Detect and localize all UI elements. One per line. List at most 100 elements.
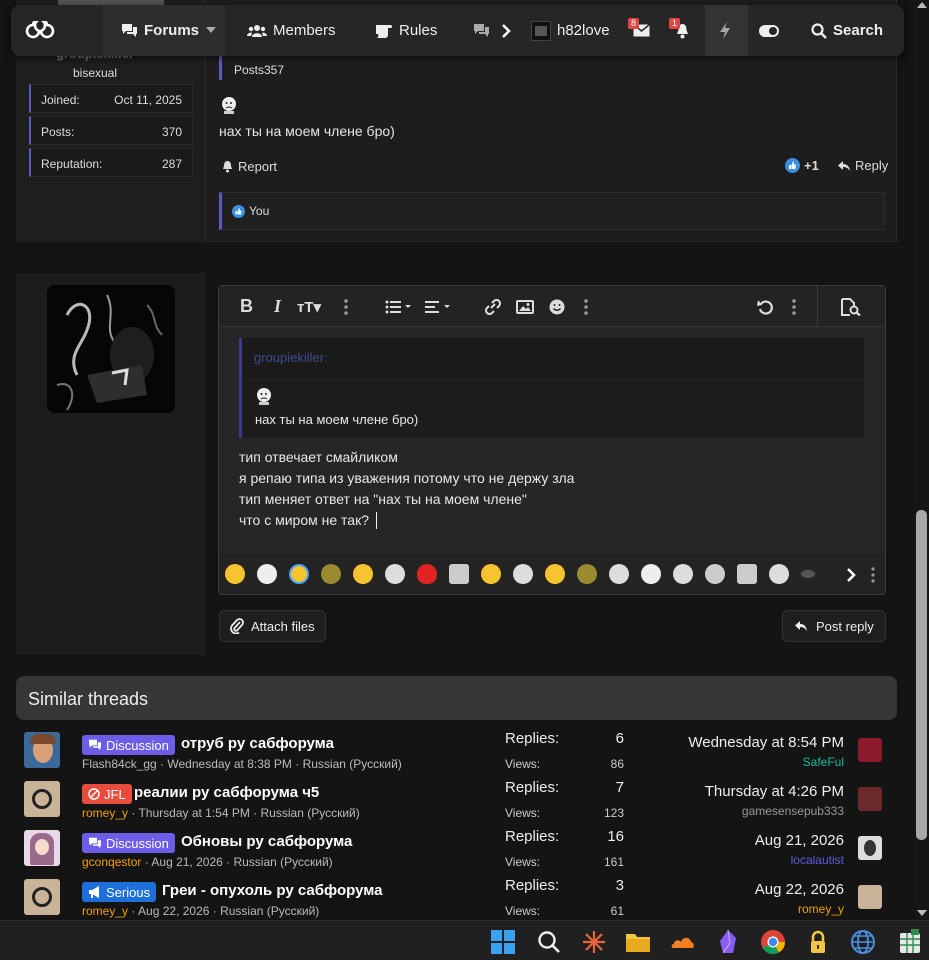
scrollbar-thumb[interactable]	[916, 510, 927, 840]
nav-more-chat[interactable]	[473, 5, 490, 56]
last-post-date[interactable]: Aug 22, 2026	[755, 881, 844, 898]
burst-app-icon[interactable]	[581, 929, 607, 955]
thread-title[interactable]: отруб ру сабфорума	[181, 735, 334, 752]
wojak-emoji-icon[interactable]	[609, 564, 629, 584]
reactions-bar[interactable]: You	[219, 192, 885, 230]
obsidian-icon[interactable]	[715, 929, 741, 955]
thread-title[interactable]: Обновы ру сабфорума	[181, 833, 352, 850]
thread-row[interactable]: Serious Греи - опухоль ру сабфорума rome…	[16, 872, 897, 921]
last-post-avatar[interactable]	[858, 738, 882, 762]
my-avatar[interactable]	[47, 285, 175, 413]
doge-emoji-icon[interactable]	[321, 564, 341, 584]
scroll-up-icon[interactable]	[917, 2, 927, 8]
more-dots-icon[interactable]	[584, 299, 588, 315]
last-post-user[interactable]: gamesensepub333	[742, 804, 844, 818]
more-dots-icon[interactable]	[871, 567, 875, 583]
thread-author-avatar[interactable]	[24, 732, 60, 768]
thread-author-avatar[interactable]	[24, 781, 60, 817]
chevron-down-icon[interactable]	[206, 27, 216, 33]
thread-tag[interactable]: Discussion	[82, 735, 175, 755]
editor-quote-author[interactable]: groupiekiller:	[254, 350, 328, 365]
last-post-user[interactable]: localautist	[791, 853, 844, 867]
nav-members[interactable]: Members	[247, 5, 336, 56]
last-post-avatar[interactable]	[858, 885, 882, 909]
emoji-button[interactable]	[549, 299, 565, 315]
preview-button[interactable]	[841, 298, 861, 316]
reply-button[interactable]: Reply	[837, 158, 888, 173]
cloudflare-icon[interactable]	[670, 929, 696, 955]
search-icon[interactable]	[536, 929, 562, 955]
thread-row[interactable]: JFL реалии ру сабфорума ч5 romey_y · Thu…	[16, 774, 897, 823]
bold-button[interactable]: B	[240, 296, 253, 317]
nav-rules[interactable]: Rules	[373, 5, 437, 56]
text-size-button[interactable]: тT▾	[297, 298, 321, 316]
thread-author[interactable]: gconqestor	[82, 855, 141, 869]
link-button[interactable]	[484, 299, 502, 315]
meme-emoji-icon[interactable]	[737, 564, 757, 584]
report-button[interactable]: Report	[221, 159, 277, 174]
attach-files-button[interactable]: Attach files	[219, 610, 326, 642]
wojak-emoji-icon[interactable]	[769, 564, 789, 584]
wojak-emoji-icon[interactable]	[641, 564, 661, 584]
italic-button[interactable]: I	[274, 296, 281, 317]
thread-author[interactable]: romey_y	[82, 904, 128, 918]
liked-by-name[interactable]: You	[249, 204, 269, 218]
nav-alerts[interactable]	[675, 5, 690, 56]
file-explorer-icon[interactable]	[625, 929, 651, 955]
nav-whats-new[interactable]	[719, 5, 731, 56]
last-post-user[interactable]: SafeFul	[803, 755, 844, 769]
nav-user-account[interactable]: h82love	[531, 5, 610, 56]
nav-search[interactable]: Search	[811, 5, 883, 56]
more-dots-icon[interactable]	[792, 299, 796, 315]
align-button[interactable]	[425, 300, 453, 314]
thread-row[interactable]: Discussion Обновы ру сабфорума gconqesto…	[16, 823, 897, 872]
thread-title[interactable]: Греи - опухоль ру сабфорума	[162, 882, 382, 899]
last-post-avatar[interactable]	[858, 836, 882, 860]
site-logo[interactable]	[25, 5, 55, 56]
wojak-emoji-icon[interactable]	[513, 564, 533, 584]
last-post-date[interactable]: Wednesday at 8:54 PM	[688, 734, 844, 751]
crying-laugh-emoji-icon[interactable]	[289, 564, 309, 584]
reaction-count[interactable]: +1	[785, 158, 819, 173]
theme-toggle[interactable]	[759, 5, 779, 56]
nav-scroll-right[interactable]	[501, 5, 511, 56]
windows-start-icon[interactable]	[490, 929, 516, 955]
post-reply-button[interactable]: Post reply	[782, 610, 886, 642]
wojak-emoji-icon[interactable]	[385, 564, 405, 584]
heart-emoji-icon[interactable]	[417, 564, 437, 584]
thread-tag[interactable]: Discussion	[82, 833, 175, 853]
thread-author-avatar[interactable]	[24, 879, 60, 915]
scroll-down-icon[interactable]	[917, 910, 927, 916]
thread-author[interactable]: Flash84ck_gg	[82, 757, 157, 771]
last-post-date[interactable]: Aug 21, 2026	[755, 832, 844, 849]
nav-inbox[interactable]	[633, 5, 650, 56]
globe-icon[interactable]	[850, 929, 876, 955]
thread-row[interactable]: Discussion отруб ру сабфорума Flash84ck_…	[16, 725, 897, 774]
wink-emoji-icon[interactable]	[545, 564, 565, 584]
wojak-emoji-icon[interactable]	[673, 564, 693, 584]
thread-tag[interactable]: Serious	[82, 882, 157, 902]
emoji-scroll-right[interactable]	[846, 567, 856, 583]
thread-tag[interactable]: JFL	[82, 784, 132, 804]
tongue-emoji-icon[interactable]	[481, 564, 501, 584]
last-post-date[interactable]: Thursday at 4:26 PM	[705, 783, 844, 800]
chrome-icon[interactable]	[760, 929, 786, 955]
thread-title[interactable]: реалии ру сабфорума ч5	[134, 784, 319, 801]
nav-forums[interactable]: Forums	[121, 5, 199, 56]
meme-emoji-icon[interactable]	[449, 564, 469, 584]
doge-emoji-icon[interactable]	[577, 564, 597, 584]
list-button[interactable]	[385, 300, 413, 314]
last-post-avatar[interactable]	[858, 787, 882, 811]
undo-button[interactable]	[757, 298, 775, 316]
last-post-user[interactable]: romey_y	[798, 902, 844, 916]
thread-author[interactable]: romey_y	[82, 806, 128, 820]
lock-app-icon[interactable]	[805, 929, 831, 955]
more-dots-icon[interactable]	[344, 299, 348, 315]
pill-emoji-icon[interactable]	[801, 570, 815, 578]
wojak-emoji-icon[interactable]	[705, 564, 725, 584]
image-button[interactable]	[516, 300, 534, 314]
laughing-emoji-icon[interactable]	[225, 564, 245, 584]
thread-author-avatar[interactable]	[24, 830, 60, 866]
spreadsheet-app-icon[interactable]	[897, 929, 923, 955]
rofl-emoji-icon[interactable]	[353, 564, 373, 584]
